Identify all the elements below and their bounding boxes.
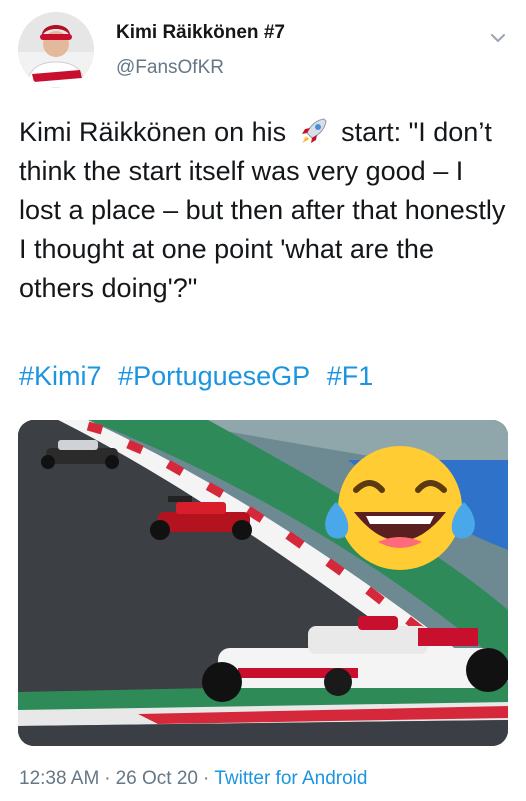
meta-separator-2: · xyxy=(203,768,210,789)
tweet-media-image[interactable] xyxy=(18,420,508,746)
hashtag-kimi7[interactable]: #Kimi7 xyxy=(19,361,102,391)
author-name[interactable]: Kimi Räikkönen #7 xyxy=(116,22,285,44)
avatar-image xyxy=(18,12,94,88)
rocket-icon xyxy=(298,116,330,146)
tweet-source[interactable]: Twitter for Android xyxy=(214,768,367,789)
tweet-date[interactable]: 26 Oct 20 xyxy=(116,768,198,789)
hashtag-portuguesegp[interactable]: #PortugueseGP xyxy=(118,361,310,391)
hashtag-f1[interactable]: #F1 xyxy=(327,361,374,391)
tweet-meta: 12:38 AM · 26 Oct 20 · Twitter for Android xyxy=(19,768,367,790)
tweet-text: Kimi Räikkönen on his start: "I don’t th… xyxy=(19,113,511,308)
tweet-time[interactable]: 12:38 AM xyxy=(19,768,99,789)
tweet-text-part-1: Kimi Räikkönen on his xyxy=(19,117,287,147)
chevron-down-icon[interactable] xyxy=(488,28,508,48)
meta-separator: · xyxy=(104,768,111,789)
race-photo xyxy=(18,420,508,746)
avatar[interactable] xyxy=(18,12,94,88)
author-handle[interactable]: @FansOfKR xyxy=(116,57,224,79)
hashtag-list: #Kimi7 #PortugueseGP #F1 xyxy=(19,361,382,392)
